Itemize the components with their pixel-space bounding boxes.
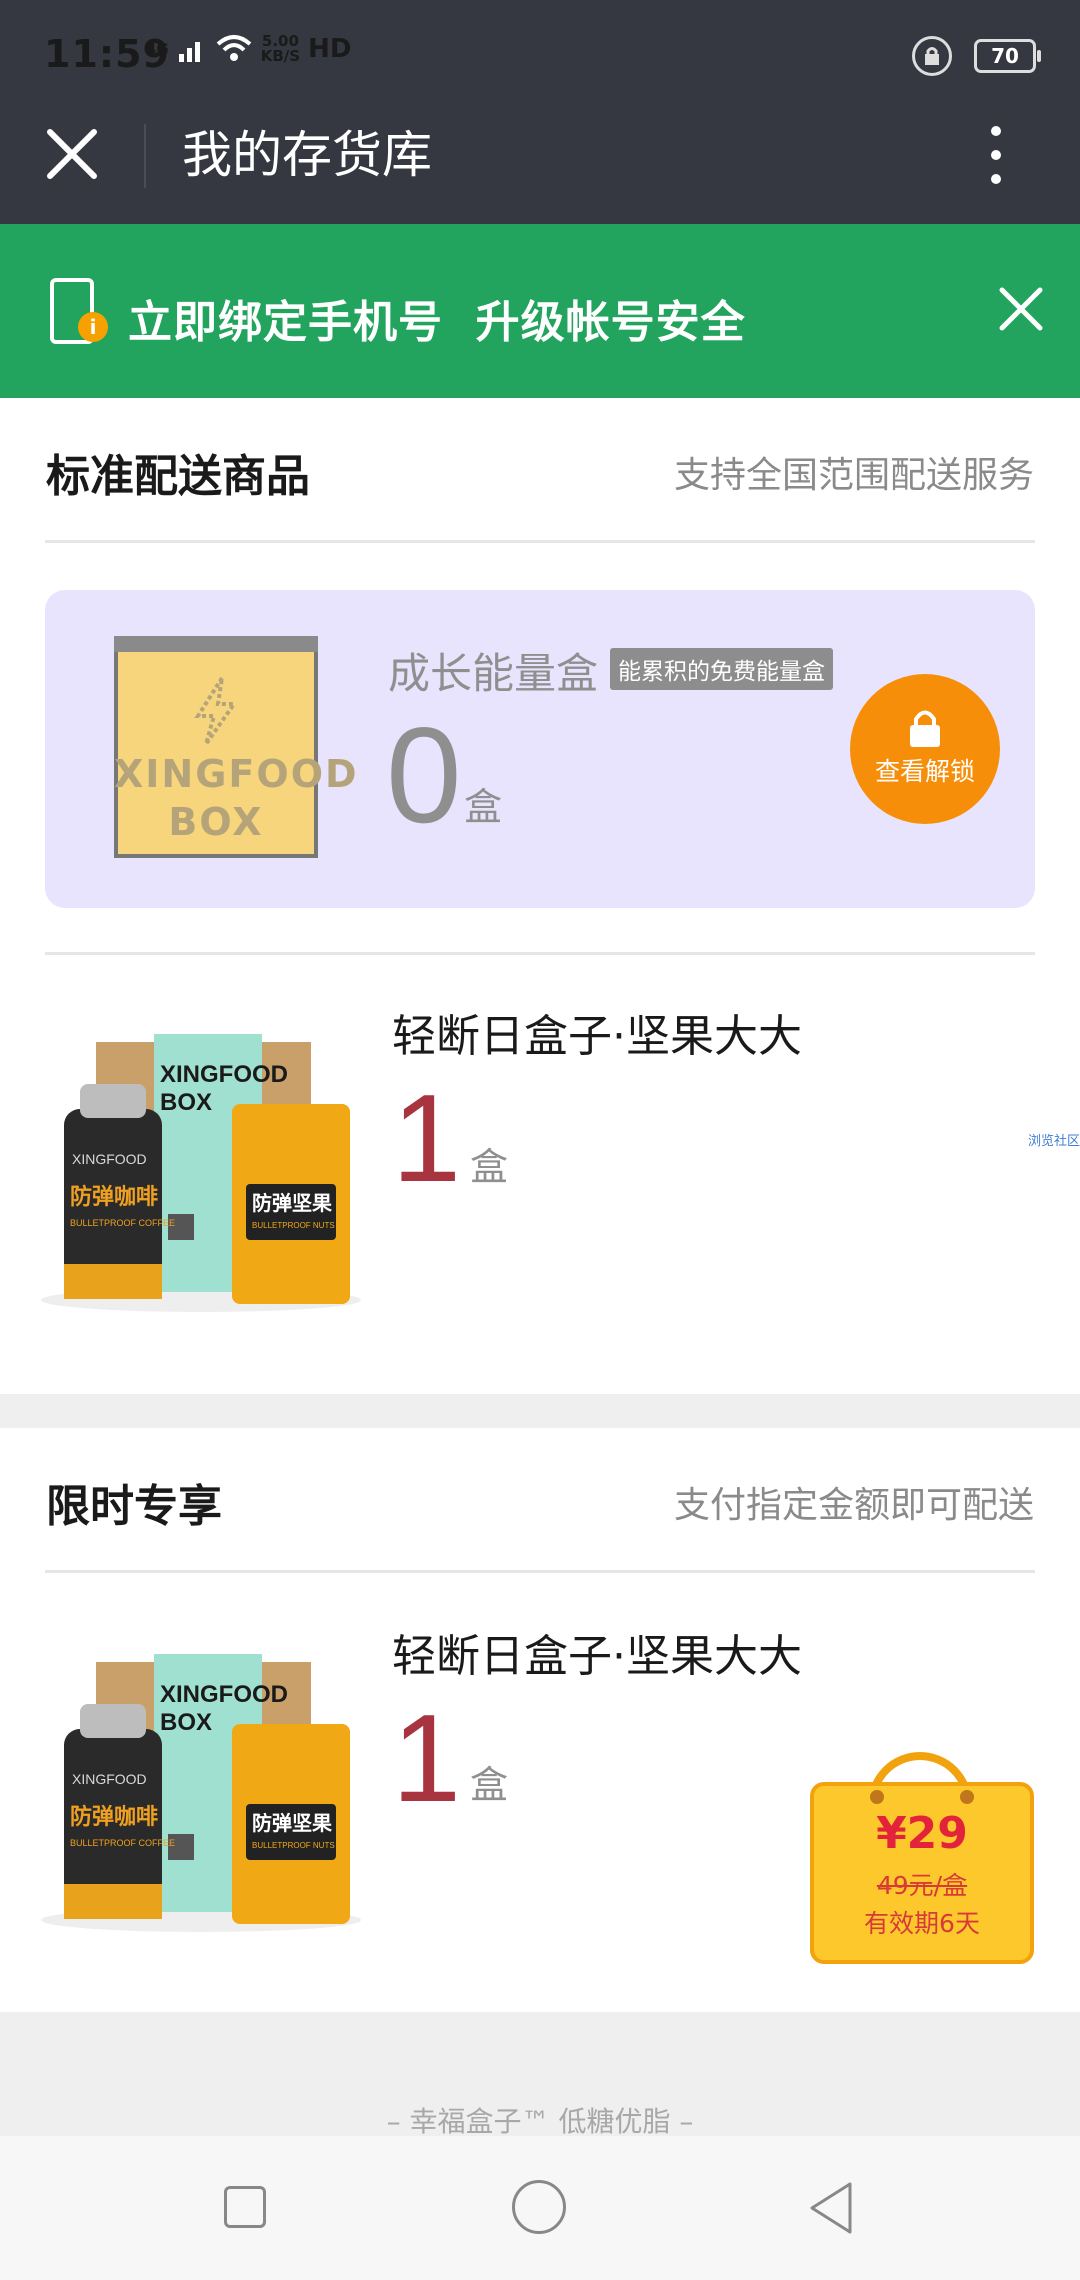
status-icons-right: 70	[912, 36, 1041, 76]
product-unit: 盒	[470, 1145, 509, 1189]
energy-box-count: 0	[386, 699, 462, 851]
more-vertical-icon[interactable]	[980, 122, 1012, 188]
battery-icon: 70	[974, 39, 1041, 73]
recent-apps-icon[interactable]	[224, 2186, 266, 2228]
side-link[interactable]: 浏览社区	[1028, 1130, 1080, 1149]
page-title: 我的存货库	[182, 126, 432, 184]
lock-icon	[910, 710, 940, 747]
pouch-label: 防弹坚果	[252, 1191, 332, 1215]
box-text-line2: BOX	[168, 800, 264, 844]
status-icons-left: 4G 5.00 KB/S HD	[146, 34, 352, 65]
bottle-brand: XINGFOOD	[72, 1151, 147, 1167]
bottle-label: 防弹咖啡	[70, 1185, 158, 1210]
wifi-icon	[216, 35, 252, 61]
rotation-lock-icon	[912, 36, 952, 76]
box-brand-text: XINGFOOD	[160, 1061, 288, 1088]
pouch-sub: BULLETPROOF NUTS	[252, 1221, 335, 1230]
price-original: 49元/盒	[876, 1871, 968, 1900]
banner-text: 立即绑定手机号 升级帐号安全	[128, 297, 746, 348]
section-gap	[0, 1394, 1080, 1428]
box-brand-text-2: BOX	[160, 1709, 212, 1736]
divider	[45, 952, 1035, 955]
product-count: 1	[392, 1690, 461, 1828]
divider	[45, 540, 1035, 543]
info-badge-icon: i	[78, 312, 108, 342]
bottle-label: 防弹咖啡	[70, 1805, 158, 1830]
box-text-line1: XINGFOOD	[114, 752, 359, 796]
section-title-standard: 标准配送商品	[46, 451, 310, 502]
unlock-button[interactable]	[850, 674, 1000, 824]
energy-box-tag: 能累积的免费能量盒	[610, 648, 833, 690]
divider	[45, 1570, 1035, 1573]
network-label: 4G	[146, 39, 169, 58]
section-note-limited: 支付指定金额即可配送	[673, 1485, 1034, 1526]
product-count: 1	[392, 1070, 461, 1208]
close-icon[interactable]	[44, 126, 100, 182]
bottle-brand: XINGFOOD	[72, 1771, 147, 1787]
banner-close-icon[interactable]	[998, 286, 1044, 332]
net-speed: 5.00 KB/S	[261, 34, 300, 64]
section-note-standard: 支持全国范围配送服务	[673, 455, 1034, 496]
lightning-icon	[194, 676, 238, 746]
product-image: XINGFOOD BOX XINGFOOD 防弹咖啡 BULLETPROOF C…	[41, 1034, 361, 1312]
bag-dot	[960, 1790, 974, 1804]
product-unit: 盒	[470, 1763, 509, 1807]
product-name: 轻断日盒子·坚果大大	[392, 1011, 802, 1062]
energy-box-lid	[114, 636, 318, 652]
price-current: ¥29	[876, 1808, 968, 1859]
home-icon[interactable]	[512, 2180, 566, 2234]
bag-dot	[870, 1790, 884, 1804]
speed-unit: KB/S	[260, 47, 301, 65]
product-name: 轻断日盒子·坚果大大	[392, 1631, 802, 1682]
title-divider	[144, 124, 146, 188]
energy-box-name: 成长能量盒	[388, 649, 599, 698]
box-brand-text: XINGFOOD	[160, 1681, 288, 1708]
box-brand-text-2: BOX	[160, 1089, 212, 1116]
pouch-label: 防弹坚果	[252, 1811, 332, 1835]
pouch-sub: BULLETPROOF NUTS	[252, 1841, 335, 1850]
energy-box-image-text: XINGFOOD BOX	[114, 750, 359, 846]
energy-box-unit: 盒	[464, 785, 503, 829]
bottle-sub: BULLETPROOF COFFEE	[70, 1838, 175, 1848]
bottle-sub: BULLETPROOF COFFEE	[70, 1218, 175, 1228]
price-validity: 有效期6天	[864, 1909, 980, 1938]
unlock-button-label[interactable]: 查看解锁	[850, 752, 1000, 788]
product-image: XINGFOOD BOX XINGFOOD 防弹咖啡 BULLETPROOF C…	[41, 1654, 361, 1932]
hd-label: HD	[308, 34, 352, 64]
footer-slogan: – 幸福盒子™ 低糖优脂 –	[386, 2105, 694, 2138]
signal-icon	[178, 42, 200, 62]
title-bar	[0, 110, 1080, 224]
section-title-limited: 限时专享	[46, 1481, 222, 1532]
back-icon[interactable]	[806, 2180, 856, 2236]
